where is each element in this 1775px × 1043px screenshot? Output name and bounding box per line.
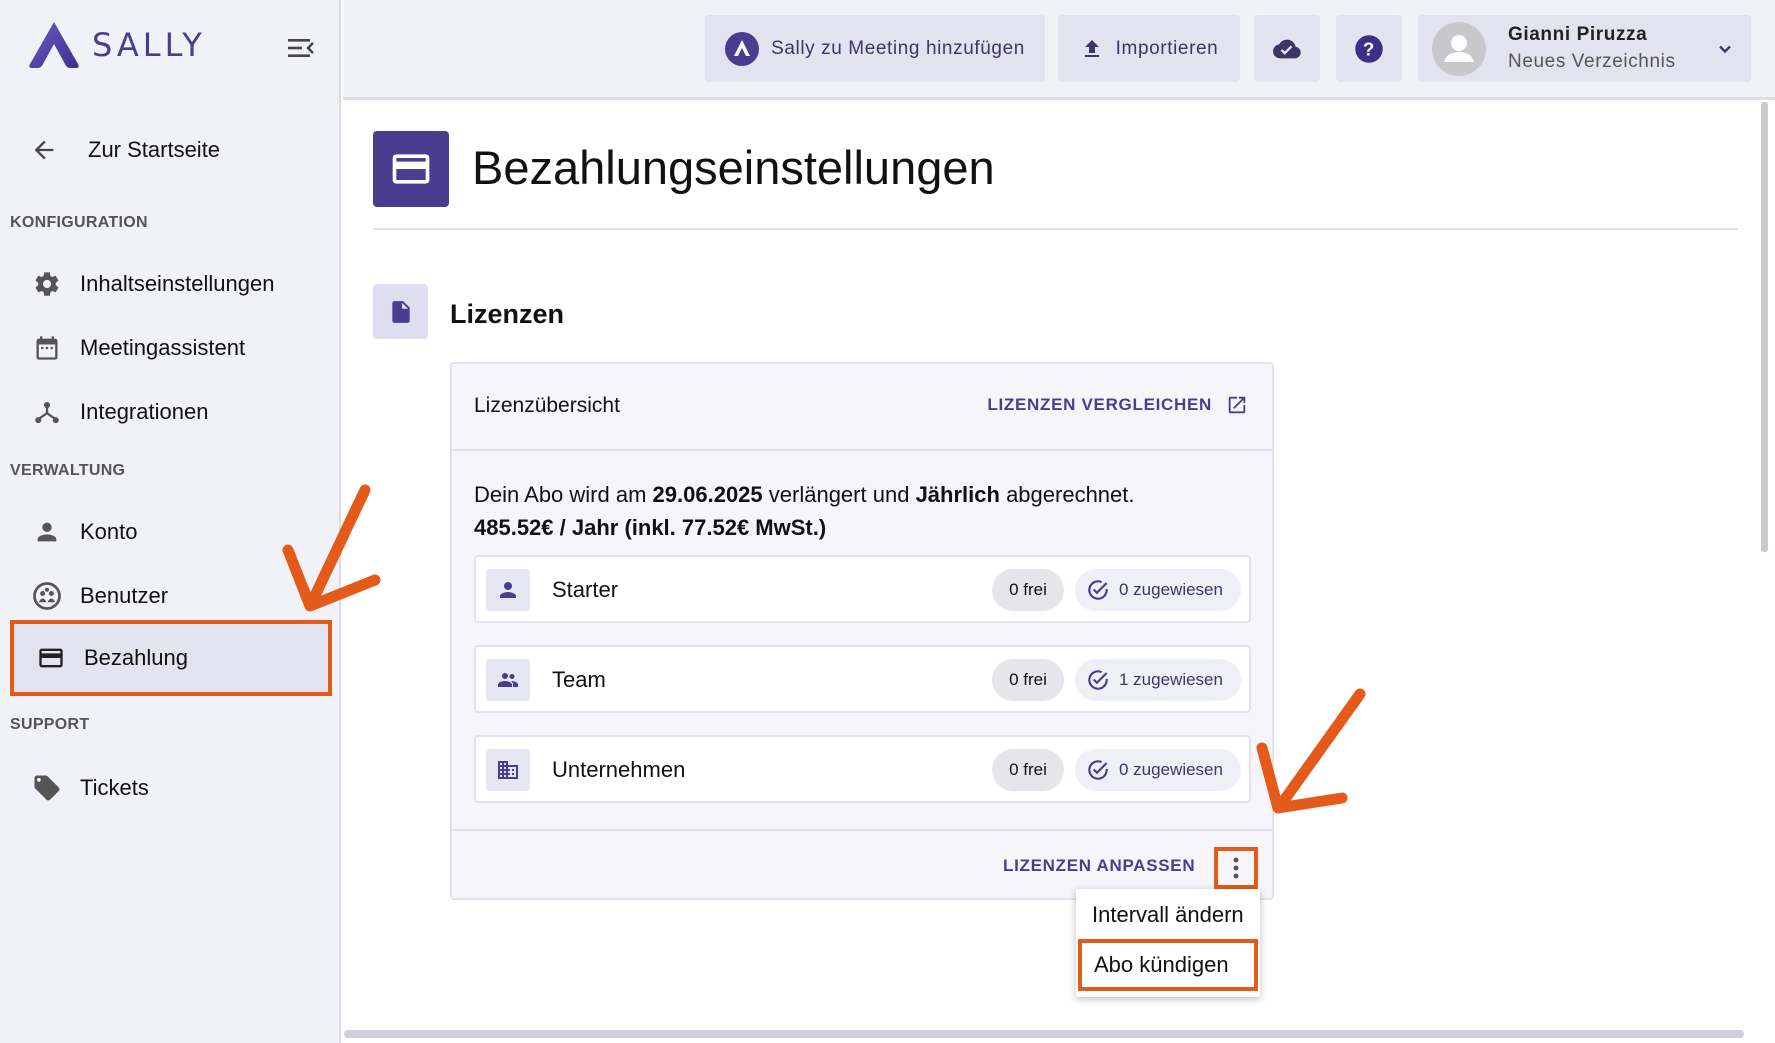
more-options-button[interactable] xyxy=(1214,847,1258,889)
license-row-starter: Starter 0 frei 0 zugewiesen xyxy=(474,555,1251,623)
help-button[interactable]: ? xyxy=(1336,15,1402,82)
sidebar-item-billing[interactable]: Bezahlung xyxy=(10,620,332,696)
subscription-info: Dein Abo wird am 29.06.2025 verlängert u… xyxy=(474,478,1135,544)
back-label: Zur Startseite xyxy=(88,137,221,162)
user-directory: Neues Verzeichnis xyxy=(1508,51,1676,72)
gear-icon xyxy=(35,272,59,296)
back-to-home-link[interactable]: Zur Startseite xyxy=(30,136,220,164)
license-row-enterprise: Unternehmen 0 frei 0 zugewiesen xyxy=(474,735,1251,803)
page-icon xyxy=(373,131,449,207)
free-count-badge: 0 frei xyxy=(992,569,1064,611)
section-title: Lizenzen xyxy=(450,299,565,329)
svg-text:?: ? xyxy=(1363,38,1375,59)
adjust-licenses-button[interactable]: LIZENZEN ANPASSEN xyxy=(1003,856,1195,876)
free-count-badge: 0 frei xyxy=(992,659,1064,701)
tag-icon xyxy=(34,775,60,801)
external-link-icon xyxy=(1228,396,1246,414)
license-name: Unternehmen xyxy=(552,757,686,782)
price: 485.52€ / Jahr (inkl. 77.52€ MwSt.) xyxy=(474,515,827,540)
document-icon xyxy=(391,300,410,323)
license-name: Team xyxy=(552,667,606,692)
info-suffix: abgerechnet. xyxy=(1006,482,1135,507)
collapse-menu-icon[interactable] xyxy=(288,36,314,60)
assigned-label: 0 zugewiesen xyxy=(1119,580,1223,599)
group-icon xyxy=(33,582,61,610)
license-overview-card: Lizenzübersicht LIZENZEN VERGLEICHEN Dei… xyxy=(450,362,1274,900)
vertical-scrollbar[interactable] xyxy=(1761,102,1768,552)
check-circle-icon xyxy=(1088,670,1108,690)
section-label-administration: VERWALTUNG xyxy=(10,462,126,479)
sidebar-item-label: Tickets xyxy=(80,775,149,800)
person-icon xyxy=(37,522,57,542)
logo[interactable]: SALLY xyxy=(26,20,206,70)
sally-logo-icon xyxy=(725,31,760,66)
group-icon xyxy=(498,673,518,687)
credit-card-icon xyxy=(39,648,63,668)
arrow-left-icon xyxy=(34,140,54,160)
sidebar-item-label: Meetingassistent xyxy=(80,335,246,360)
section-label-configuration: KONFIGURATION xyxy=(10,214,148,231)
compare-licenses-label: LIZENZEN VERGLEICHEN xyxy=(987,395,1212,414)
sally-logo-icon xyxy=(29,22,79,68)
check-circle-icon xyxy=(1088,580,1108,600)
divider xyxy=(373,228,1738,230)
assigned-label: 0 zugewiesen xyxy=(1119,760,1223,779)
logo-text: SALLY xyxy=(92,26,206,64)
cloud-check-icon xyxy=(1273,39,1301,58)
check-circle-icon xyxy=(1088,760,1108,780)
sidebar-item-content-settings[interactable]: Inhaltseinstellungen xyxy=(10,252,332,316)
user-menu[interactable]: Gianni Piruzza Neues Verzeichnis xyxy=(1418,15,1751,82)
chevron-down-icon xyxy=(1719,45,1731,54)
page-title: Bezahlungseinstellungen xyxy=(472,141,995,194)
assigned-count-badge[interactable]: 0 zugewiesen xyxy=(1075,569,1241,611)
hub-icon xyxy=(35,401,59,424)
upload-icon xyxy=(1084,39,1099,57)
cloud-sync-button[interactable] xyxy=(1254,15,1320,82)
building-icon xyxy=(498,761,518,779)
sidebar-item-integrations[interactable]: Integrationen xyxy=(10,380,332,444)
info-prefix: Dein Abo wird am xyxy=(474,482,647,507)
import-button[interactable]: Importieren xyxy=(1058,15,1240,82)
license-name: Starter xyxy=(552,577,619,602)
user-name: Gianni Piruzza xyxy=(1508,24,1648,45)
help-icon: ? xyxy=(1355,34,1383,63)
compare-licenses-link[interactable]: LIZENZEN VERGLEICHEN xyxy=(987,394,1248,416)
billing-interval: Jährlich xyxy=(915,482,1000,507)
change-interval-menu-item[interactable]: Intervall ändern xyxy=(1076,889,1260,941)
card-footer: LIZENZEN ANPASSEN xyxy=(452,829,1272,898)
credit-card-icon xyxy=(392,154,430,184)
section-label-support: SUPPORT xyxy=(10,716,90,733)
annotation-arrow-icon xyxy=(1256,688,1366,814)
import-label: Importieren xyxy=(1115,37,1219,59)
calendar-icon xyxy=(36,336,58,360)
sidebar-item-label: Benutzer xyxy=(80,583,169,608)
card-title: Lizenzübersicht xyxy=(474,394,620,417)
cancel-subscription-menu-item[interactable]: Abo kündigen xyxy=(1078,939,1258,991)
assigned-label: 1 zugewiesen xyxy=(1119,670,1223,689)
sidebar-item-label: Inhaltseinstellungen xyxy=(80,271,275,296)
license-row-team: Team 0 frei 1 zugewiesen xyxy=(474,645,1251,713)
sidebar-item-tickets[interactable]: Tickets xyxy=(10,756,332,820)
horizontal-scrollbar[interactable] xyxy=(344,1030,1744,1038)
annotation-arrow-icon xyxy=(282,484,381,612)
options-menu: Intervall ändern Abo kündigen xyxy=(1076,889,1260,997)
card-header: Lizenzübersicht LIZENZEN VERGLEICHEN xyxy=(452,364,1272,451)
info-middle: verlängert und xyxy=(768,482,910,507)
sidebar-item-meeting-assistant[interactable]: Meetingassistent xyxy=(10,316,332,380)
renewal-date: 29.06.2025 xyxy=(652,482,763,507)
sidebar-item-label: Integrationen xyxy=(80,399,209,424)
add-sally-to-meeting-button[interactable]: Sally zu Meeting hinzufügen xyxy=(705,15,1045,82)
free-count-badge: 0 frei xyxy=(992,749,1064,791)
person-icon xyxy=(500,582,516,598)
section-icon xyxy=(373,284,428,339)
avatar xyxy=(1432,21,1486,76)
assigned-count-badge[interactable]: 0 zugewiesen xyxy=(1075,749,1241,791)
sidebar-item-label: Bezahlung xyxy=(84,645,188,670)
top-bar: Sally zu Meeting hinzufügen Importieren … xyxy=(343,0,1775,100)
more-vertical-icon xyxy=(1233,857,1239,879)
assigned-count-badge[interactable]: 1 zugewiesen xyxy=(1075,659,1241,701)
sidebar-item-label: Konto xyxy=(80,519,138,544)
add-to-meeting-label: Sally zu Meeting hinzufügen xyxy=(771,37,1025,59)
